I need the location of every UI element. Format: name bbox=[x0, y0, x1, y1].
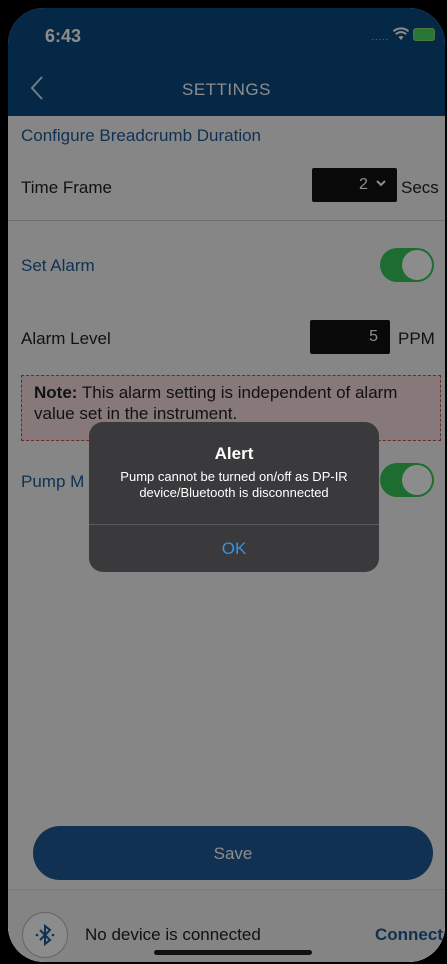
alert-ok-button[interactable]: OK bbox=[89, 539, 379, 559]
app-screen: 6:43 ..... SETTINGS Configure Breadcrumb… bbox=[8, 8, 445, 962]
alert-divider bbox=[89, 524, 379, 525]
home-indicator bbox=[154, 950, 312, 955]
alert-dialog: Alert Pump cannot be turned on/off as DP… bbox=[89, 422, 379, 572]
alert-message: Pump cannot be turned on/off as DP-IR de… bbox=[120, 469, 348, 500]
alert-title: Alert bbox=[214, 444, 254, 463]
